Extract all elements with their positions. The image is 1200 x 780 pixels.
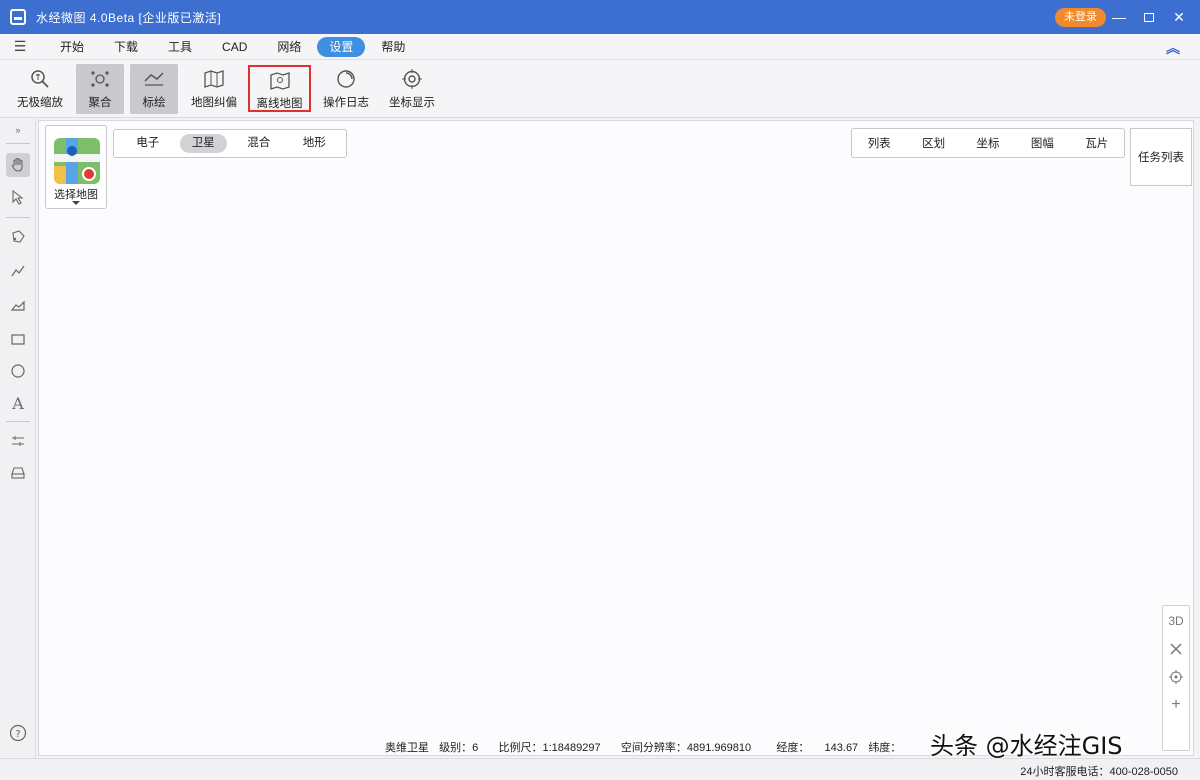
tile-toggle[interactable]: 瓦片 (1085, 135, 1108, 151)
menu-bar: ☰ 开始 下载 工具 CAD 网络 设置 帮助 ︽ (0, 34, 1200, 60)
maximize-icon (1144, 12, 1154, 22)
coordinate-display-label: 坐标显示 (389, 97, 435, 109)
menu-tools[interactable]: 工具 (154, 37, 206, 57)
bottom-status-bar: 24小时客服电话：400-028-0050 (0, 758, 1200, 780)
zoom-in-button[interactable]: + (1163, 692, 1189, 718)
log-icon (335, 68, 357, 90)
toolbar-divider (6, 217, 30, 218)
help-icon[interactable]: ? (6, 721, 30, 745)
left-toolbar: » A ? (0, 119, 36, 759)
circle-tool-icon[interactable] (6, 359, 30, 383)
rectangle-tool-icon[interactable] (6, 327, 30, 351)
map-status-bar: 奥维卫星 级别：6 比例尺：1:18489297 空间分辨率：4891.9698… (385, 739, 901, 755)
map-source: 奥维卫星 (385, 742, 429, 754)
coordinate-display-button[interactable]: 坐标显示 (384, 64, 440, 114)
map-controls-bar: 列表 区划 坐标 图幅 瓦片 (851, 128, 1125, 158)
map-type-satellite[interactable]: 卫星 (179, 134, 227, 153)
level-label: 级别： (439, 742, 473, 754)
app-logo-icon (10, 9, 26, 25)
print-tool-icon[interactable] (6, 461, 30, 485)
task-list-button[interactable]: 任务列表 (1130, 128, 1192, 186)
sheet-toggle[interactable]: 图幅 (1031, 135, 1054, 151)
draw-label: 标绘 (142, 97, 166, 109)
latitude-label: 纬度： (868, 742, 902, 754)
collapse-ribbon-icon[interactable]: ︽ (1166, 38, 1180, 58)
scale-value: 1:18489297 (542, 742, 601, 754)
toolbar-divider (6, 421, 30, 422)
resolution-label: 空间分辨率： (620, 742, 687, 754)
hotline-text: 24小时客服电话：400-028-0050 (1020, 766, 1178, 778)
cluster-label: 聚合 (88, 97, 112, 109)
menu-start[interactable]: 开始 (46, 37, 98, 57)
select-map-label: 选择地图 (54, 189, 98, 201)
scale-label: 比例尺： (498, 742, 543, 754)
log-label: 操作日志 (323, 97, 369, 109)
measure-tool-icon[interactable] (6, 429, 30, 453)
area-tool-icon[interactable] (6, 293, 30, 317)
compass-icon[interactable] (1163, 636, 1189, 662)
select-map-button[interactable]: 选择地图 (45, 125, 107, 209)
cluster-icon (89, 68, 111, 90)
zoom-icon (29, 68, 51, 90)
marker-tool-icon[interactable] (6, 225, 30, 249)
maximize-button[interactable] (1134, 0, 1164, 34)
svg-text:?: ? (15, 729, 20, 740)
zoom-button[interactable]: 无极缩放 (12, 64, 68, 114)
hamburger-menu-icon[interactable]: ☰ (0, 38, 40, 55)
watermark-text: 头条 @水经注GIS (930, 732, 1123, 760)
draw-button[interactable]: 标绘 (130, 64, 178, 114)
map-correct-button[interactable]: 地图纠偏 (186, 64, 242, 114)
coordinate-toggle[interactable]: 坐标 (976, 135, 999, 151)
zoom-label: 无极缩放 (17, 97, 63, 109)
offline-map-button[interactable]: 离线地图 (248, 65, 311, 112)
cluster-button[interactable]: 聚合 (76, 64, 124, 114)
map-type-hybrid[interactable]: 混合 (235, 134, 283, 153)
level-value: 6 (472, 742, 479, 754)
menu-help[interactable]: 帮助 (367, 37, 419, 57)
map-correct-icon (203, 68, 225, 90)
map-type-electronic[interactable]: 电子 (124, 134, 172, 153)
list-toggle[interactable]: 列表 (868, 135, 891, 151)
3d-toggle-button[interactable]: 3D (1163, 608, 1189, 634)
longitude-value: 143.67 (824, 742, 859, 754)
login-button[interactable]: 未登录 (1055, 8, 1106, 27)
toolbar-divider (6, 143, 30, 144)
map-canvas[interactable]: 选择地图 电子 卫星 混合 地形 列表 区划 坐标 图幅 瓦片 任务列表 3D … (38, 120, 1194, 756)
hand-pan-icon[interactable] (6, 153, 30, 177)
map-type-switcher: 电子 卫星 混合 地形 (113, 129, 347, 158)
target-icon (401, 68, 423, 90)
menu-cad[interactable]: CAD (208, 37, 261, 57)
minimize-button[interactable]: — (1104, 0, 1134, 34)
map-app-icon (54, 138, 100, 184)
expand-toolbar-icon[interactable]: » (6, 123, 30, 137)
draw-icon (143, 68, 165, 90)
map-zoom-bar: 3D + (1162, 605, 1190, 751)
polyline-tool-icon[interactable] (6, 259, 30, 283)
menu-network[interactable]: 网络 (263, 37, 315, 57)
dropdown-caret-icon (72, 201, 80, 205)
resolution-value: 4891.969810 (686, 742, 752, 754)
log-button[interactable]: 操作日志 (318, 64, 374, 114)
ribbon-toolbar: 无极缩放 聚合 标绘 地图纠偏 离线地图 操作日志 坐标显示 (0, 60, 1200, 118)
title-bar: 水经微图 4.0Beta [企业版已激活] 未登录 — ✕ (0, 0, 1200, 34)
text-tool-icon[interactable]: A (6, 391, 30, 415)
menu-settings[interactable]: 设置 (317, 36, 366, 57)
window-title: 水经微图 4.0Beta [企业版已激活] (36, 10, 222, 25)
locate-icon[interactable] (1163, 664, 1189, 690)
menu-download[interactable]: 下载 (100, 37, 152, 57)
select-arrow-icon[interactable] (6, 185, 30, 209)
close-button[interactable]: ✕ (1164, 0, 1194, 34)
offline-map-icon (269, 71, 291, 91)
longitude-label: 经度： (776, 742, 810, 754)
map-correct-label: 地图纠偏 (191, 97, 237, 109)
offline-map-label: 离线地图 (256, 98, 303, 110)
map-type-terrain[interactable]: 地形 (291, 134, 339, 153)
region-toggle[interactable]: 区划 (922, 135, 945, 151)
